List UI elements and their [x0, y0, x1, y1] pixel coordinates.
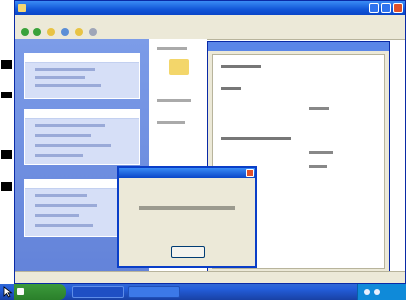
up-folder-icon[interactable] [47, 28, 55, 36]
task-link[interactable] [35, 76, 85, 79]
dialog-message [139, 206, 235, 210]
desktop-shortcut-icon[interactable] [1, 182, 12, 191]
search-icon[interactable] [61, 28, 69, 36]
tray-icon[interactable] [364, 289, 370, 295]
desktop-shortcut-icon[interactable] [1, 60, 12, 69]
list-value [309, 165, 327, 168]
windows-flag-icon [17, 288, 24, 295]
task-panel [24, 109, 140, 165]
start-button[interactable] [14, 284, 66, 300]
close-button[interactable] [393, 3, 403, 13]
list-item[interactable] [221, 137, 291, 140]
list-value [309, 151, 333, 154]
taskbar-button[interactable] [128, 286, 180, 298]
pane-label [157, 47, 187, 50]
mouse-pointer-icon [3, 286, 13, 298]
folders-icon[interactable] [75, 28, 83, 36]
tray-icon[interactable] [374, 289, 380, 295]
task-link[interactable] [35, 194, 87, 197]
task-link[interactable] [35, 144, 111, 147]
close-icon[interactable] [246, 169, 254, 177]
task-link[interactable] [35, 214, 79, 217]
status-bar [15, 271, 405, 283]
task-link[interactable] [35, 204, 97, 207]
minimize-button[interactable] [369, 3, 379, 13]
pane-label [157, 99, 191, 102]
task-link[interactable] [35, 224, 93, 227]
views-icon[interactable] [89, 28, 97, 36]
folder-icon[interactable] [169, 59, 189, 75]
desktop-shortcut-icon[interactable] [1, 92, 12, 98]
panel-header[interactable] [25, 54, 139, 63]
dialog-button[interactable] [171, 246, 205, 258]
system-tray [357, 284, 406, 300]
pane-label [157, 121, 185, 124]
task-link[interactable] [35, 134, 91, 137]
task-panel [24, 53, 140, 99]
menu-bar[interactable] [15, 15, 405, 25]
window-titlebar[interactable] [15, 1, 405, 15]
desktop-edge [0, 0, 14, 284]
maximize-button[interactable] [381, 3, 391, 13]
taskbar-button[interactable] [72, 286, 124, 298]
folder-icon [18, 4, 26, 12]
list-item[interactable] [221, 65, 261, 68]
task-link[interactable] [35, 154, 83, 157]
explorer-window [14, 0, 406, 284]
forward-icon[interactable] [33, 28, 41, 36]
task-link[interactable] [35, 84, 101, 87]
toolbar [15, 25, 405, 40]
properties-titlebar[interactable] [208, 42, 389, 51]
list-value [309, 107, 329, 110]
panel-header[interactable] [25, 110, 139, 119]
back-icon[interactable] [21, 28, 29, 36]
desktop-shortcut-icon[interactable] [1, 150, 12, 159]
taskbar [0, 284, 406, 300]
dialog-titlebar[interactable] [119, 168, 255, 178]
modal-dialog [117, 166, 257, 268]
task-link[interactable] [35, 124, 105, 127]
task-link[interactable] [35, 68, 95, 71]
list-item[interactable] [221, 87, 241, 90]
